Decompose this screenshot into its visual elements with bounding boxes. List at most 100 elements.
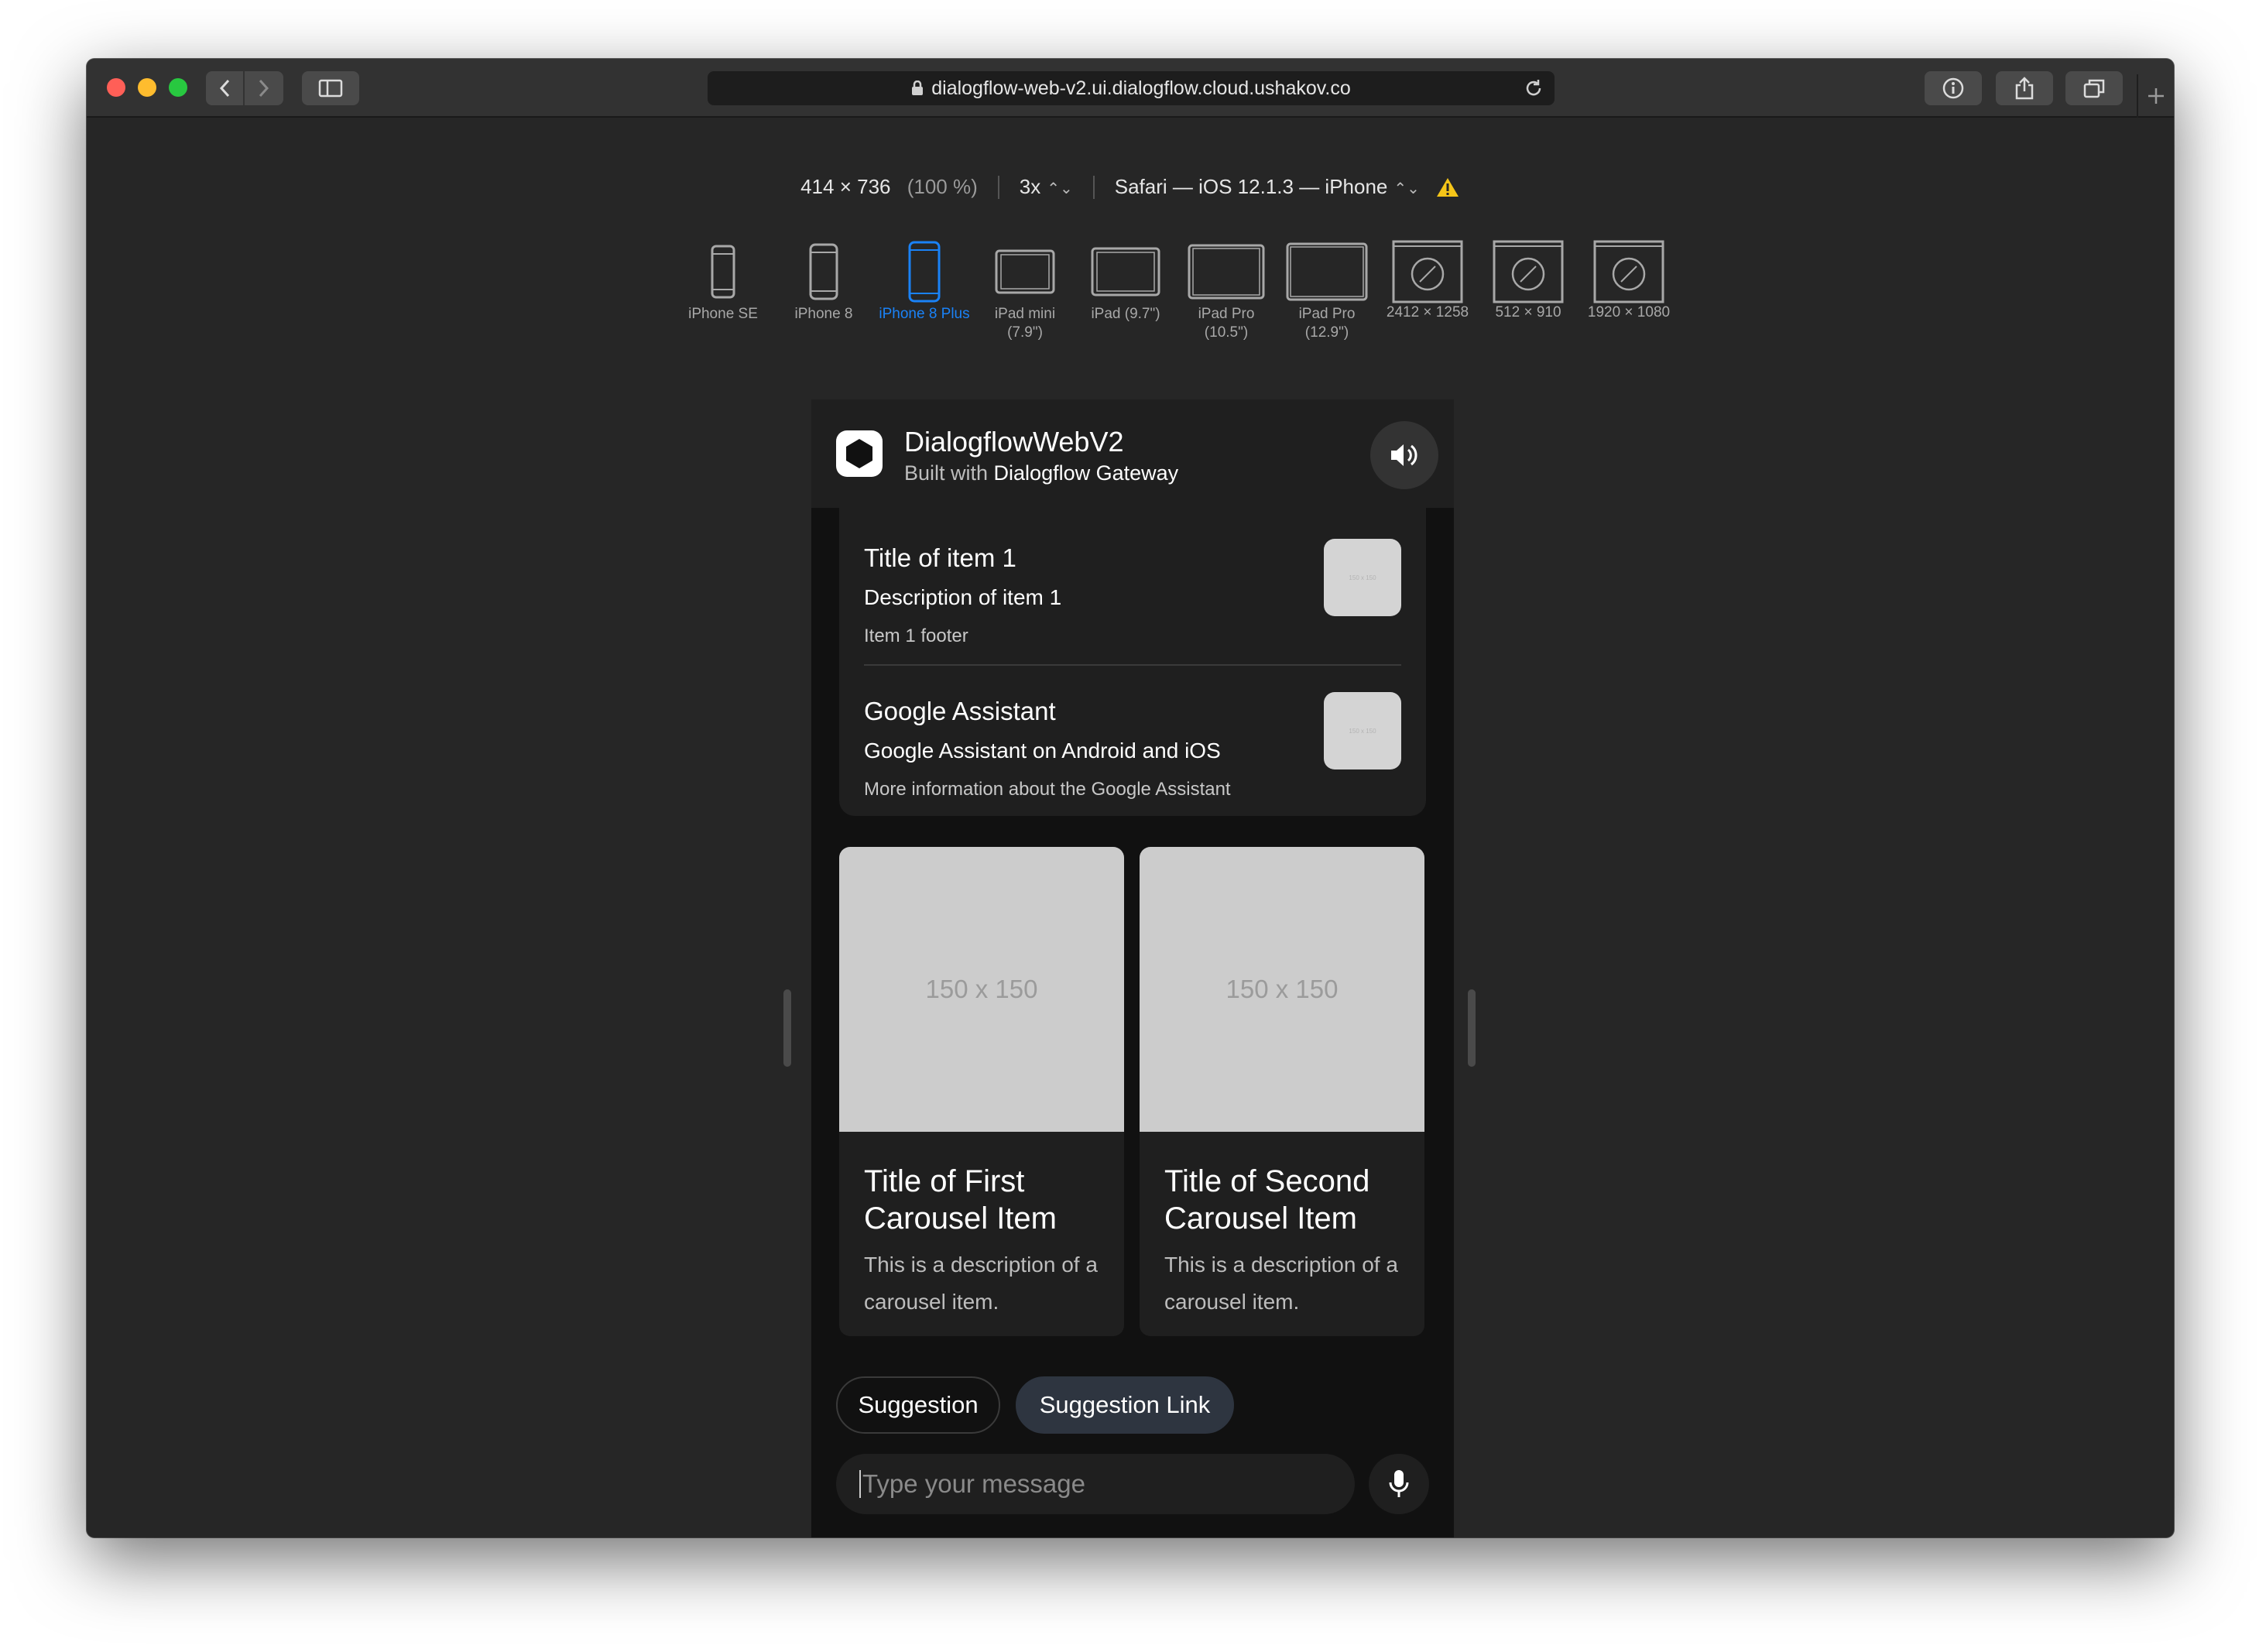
subtitle-prefix: Built with <box>904 461 994 485</box>
carousel-item-title: Title of Second Carousel Item <box>1164 1164 1370 1236</box>
share-button[interactable] <box>1996 71 2053 105</box>
title-bar: dialogflow-web-v2.ui.dialogflow.cloud.us… <box>87 59 2174 118</box>
viewport-resize-handle-left[interactable] <box>783 989 791 1067</box>
carousel-item[interactable]: 150 x 150 Title of First Carousel Item T… <box>839 847 1124 1336</box>
list-item-title: Google Assistant <box>864 697 1056 725</box>
device-custom-2412[interactable]: 2412 × 1258 <box>1381 238 1474 322</box>
list-item-footer: More information about the Google Assist… <box>864 779 1231 800</box>
list-item-description: Description of item 1 <box>864 585 1062 609</box>
device-label: iPad (9.7") <box>1091 306 1160 322</box>
address-bar[interactable]: dialogflow-web-v2.ui.dialogflow.cloud.us… <box>708 71 1555 105</box>
device-label: 2412 × 1258 <box>1386 304 1469 320</box>
info-button[interactable] <box>1925 71 1982 105</box>
device-viewport: DialogflowWebV2 Built with Dialogflow Ga… <box>811 399 1454 1537</box>
device-ipad-mini[interactable]: iPad mini (7.9") <box>979 238 1071 342</box>
app-logo <box>836 430 883 477</box>
zoom-percent: (100 %) <box>907 175 978 198</box>
updown-chevron-icon: ⌃⌄ <box>1047 180 1073 197</box>
list-item-image: 150 x 150 <box>1324 539 1401 616</box>
device-ipad[interactable]: iPad (9.7") <box>1079 238 1172 324</box>
microphone-icon <box>1389 1470 1409 1497</box>
warning-icon[interactable] <box>1435 177 1460 198</box>
viewport-resize-handle-right[interactable] <box>1468 989 1476 1067</box>
device-label: iPhone 8 Plus <box>879 306 970 322</box>
share-icon <box>2015 77 2034 100</box>
toolbar-divider <box>1092 175 1095 199</box>
device-label: 512 × 910 <box>1495 304 1561 320</box>
tablet-icon <box>1286 242 1368 301</box>
chevron-right-icon <box>259 79 269 98</box>
carousel-item-image: 150 x 150 <box>1140 847 1424 1132</box>
phone-icon <box>711 245 735 299</box>
tablet-icon <box>1188 244 1265 300</box>
list-item-title: Title of item 1 <box>864 543 1016 572</box>
lock-icon <box>912 81 924 95</box>
forward-button[interactable] <box>245 71 283 105</box>
suggestion-chip[interactable]: Suggestion <box>836 1376 1000 1434</box>
message-input[interactable]: Type your message <box>836 1454 1355 1514</box>
device-custom-512[interactable]: 512 × 910 <box>1482 238 1575 322</box>
new-tab-button[interactable] <box>2137 74 2174 118</box>
device-label: iPad Pro (10.5") <box>1198 306 1255 341</box>
list-item-image: 150 x 150 <box>1324 692 1401 769</box>
phone-icon <box>809 243 838 300</box>
compass-icon <box>1593 240 1664 303</box>
device-label: 1920 × 1080 <box>1587 304 1671 320</box>
tabs-overview-button[interactable] <box>2065 71 2123 105</box>
compass-icon <box>1493 240 1564 303</box>
subtitle-brand: Dialogflow Gateway <box>993 461 1179 485</box>
hexagon-logo-icon <box>846 439 872 468</box>
device-custom-1920[interactable]: 1920 × 1080 <box>1582 238 1675 322</box>
microphone-button[interactable] <box>1369 1454 1429 1514</box>
carousel-item-description: This is a description of a carousel item… <box>864 1253 1098 1314</box>
app-title: DialogflowWebV2 <box>904 426 1124 458</box>
list-item-footer: Item 1 footer <box>864 625 968 646</box>
updown-chevron-icon: ⌃⌄ <box>1393 180 1420 197</box>
tablet-icon <box>1091 247 1160 296</box>
sidebar-toggle-button[interactable] <box>302 71 359 105</box>
device-label: iPad mini (7.9") <box>994 306 1056 341</box>
list-item[interactable]: Google Assistant Google Assistant on And… <box>864 692 1401 800</box>
carousel-item[interactable]: 150 x 150 Title of Second Carousel Item … <box>1140 847 1424 1336</box>
viewport-size-group: 414 × 736 (100 %) <box>800 175 978 199</box>
pixel-ratio-select[interactable]: 3x ⌃⌄ <box>1020 175 1073 199</box>
list-item[interactable]: Title of item 1 Description of item 1 It… <box>864 539 1401 647</box>
message-placeholder: Type your message <box>862 1469 1085 1498</box>
device-presets: iPhone SE iPhone 8 iPhone 8 Plus iPad mi… <box>87 238 2174 347</box>
text-caret <box>859 1470 861 1498</box>
chevron-left-icon <box>219 79 230 98</box>
responsive-design-toolbar: 414 × 736 (100 %) 3x ⌃⌄ Safari — iOS 12.1… <box>87 175 2174 199</box>
device-iphone-se[interactable]: iPhone SE <box>677 238 770 324</box>
device-label: iPhone 8 <box>794 306 853 322</box>
device-label: iPhone SE <box>688 306 758 322</box>
device-ipad-pro-10-5[interactable]: iPad Pro (10.5") <box>1180 238 1273 342</box>
chat-header: DialogflowWebV2 Built with Dialogflow Ga… <box>811 399 1454 508</box>
carousel-item-title: Title of First Carousel Item <box>864 1164 1057 1236</box>
info-icon <box>1942 77 1964 99</box>
device-iphone-8[interactable]: iPhone 8 <box>777 238 870 324</box>
app-subtitle: Built with Dialogflow Gateway <box>904 461 1178 485</box>
zoom-window-button[interactable] <box>169 78 187 97</box>
browser-window: dialogflow-web-v2.ui.dialogflow.cloud.us… <box>87 59 2174 1537</box>
toolbar-divider <box>997 175 999 199</box>
device-ipad-pro-12-9[interactable]: iPad Pro (12.9") <box>1280 238 1373 342</box>
back-button[interactable] <box>206 71 245 105</box>
suggestion-link-chip[interactable]: Suggestion Link <box>1016 1376 1234 1434</box>
pixel-ratio-value: 3x <box>1019 175 1041 198</box>
nav-buttons <box>206 71 283 105</box>
device-iphone-8-plus[interactable]: iPhone 8 Plus <box>878 238 971 324</box>
list-item-description: Google Assistant on Android and iOS <box>864 739 1221 763</box>
phone-icon <box>908 241 941 303</box>
tabs-icon <box>2083 79 2105 98</box>
plus-icon <box>2148 88 2164 104</box>
carousel-item-description: This is a description of a carousel item… <box>1164 1253 1398 1314</box>
speaker-icon <box>1391 444 1417 466</box>
list-divider <box>864 664 1401 666</box>
minimize-window-button[interactable] <box>138 78 156 97</box>
list-response: Title of item 1 Description of item 1 It… <box>839 508 1426 816</box>
close-window-button[interactable] <box>107 78 125 97</box>
audio-toggle-button[interactable] <box>1370 421 1438 489</box>
reload-icon[interactable] <box>1524 78 1544 98</box>
compass-icon <box>1392 240 1463 303</box>
user-agent-select[interactable]: Safari — iOS 12.1.3 — iPhone ⌃⌄ <box>1115 175 1420 199</box>
